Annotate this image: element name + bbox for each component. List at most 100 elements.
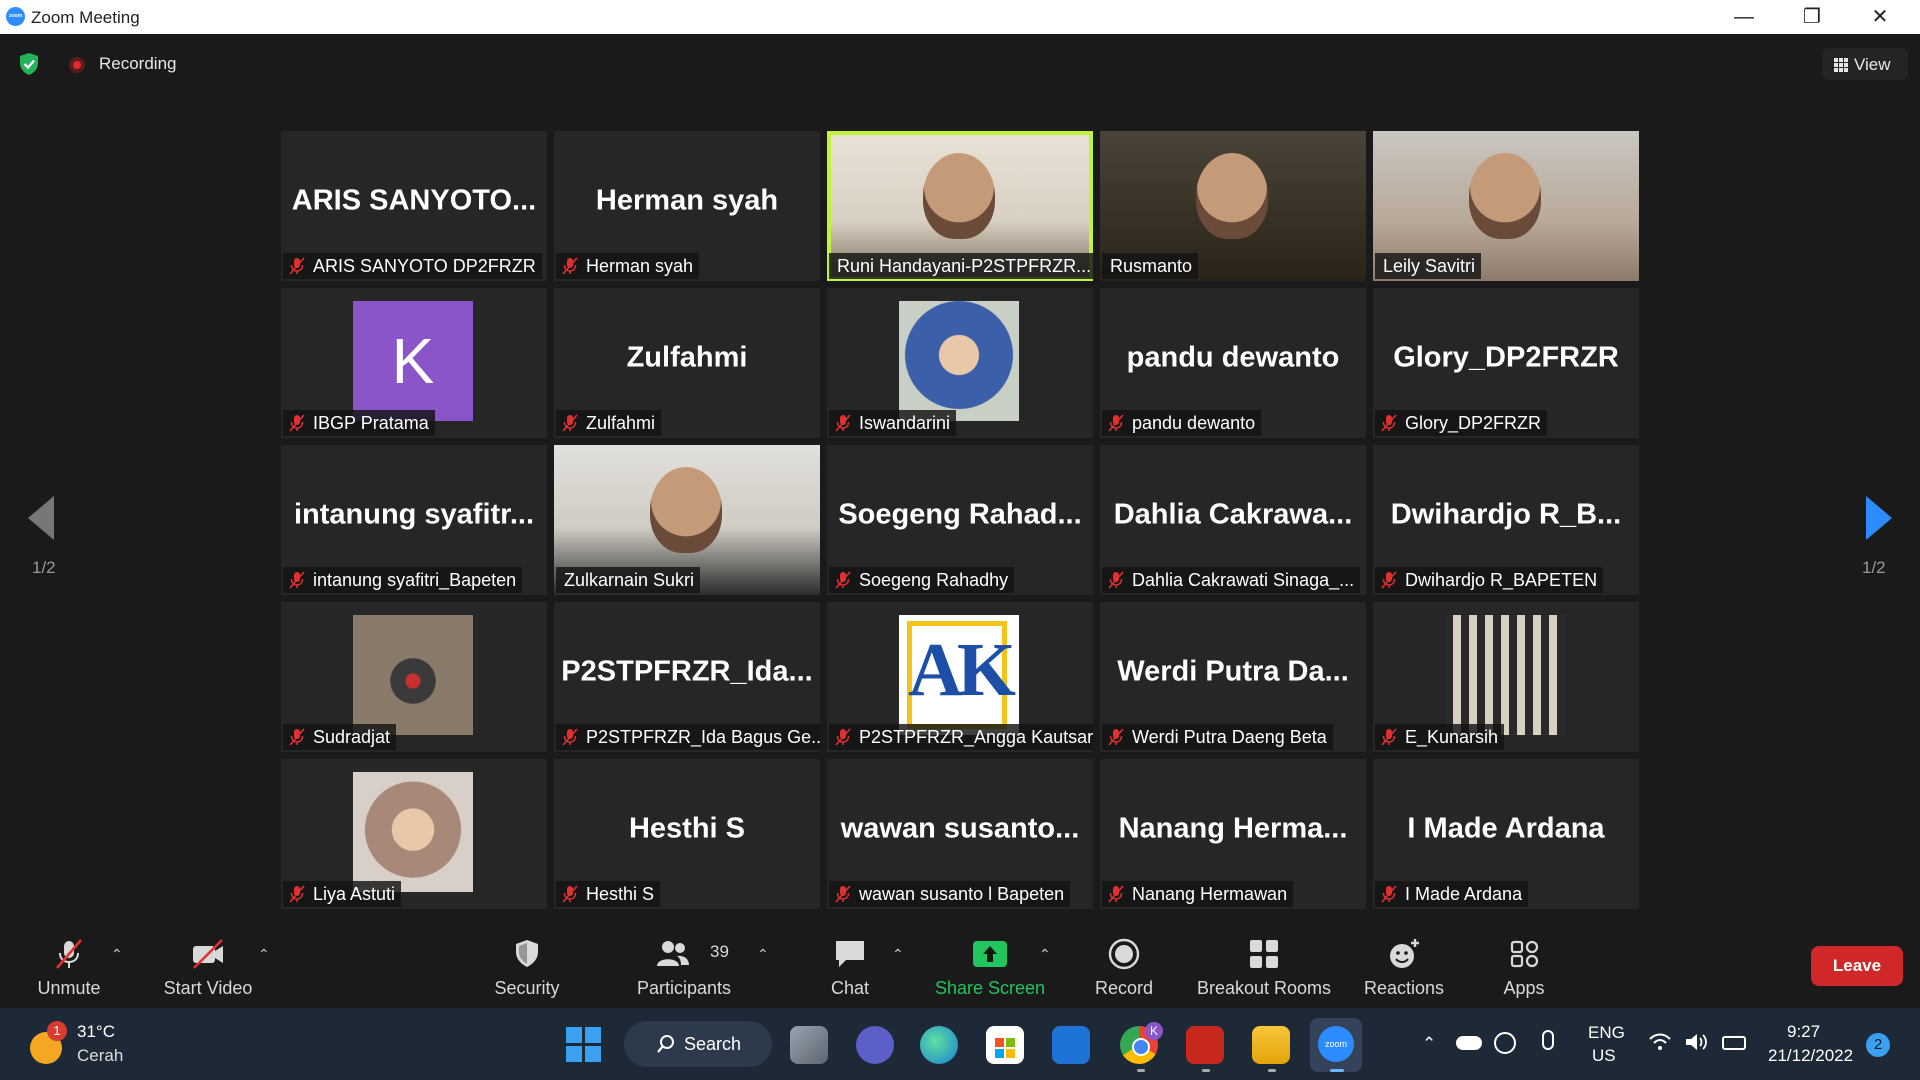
participant-name-label: intanung syafitri_Bapeten (283, 567, 523, 593)
next-page-arrow-icon[interactable] (1866, 496, 1892, 540)
participant-name-label: Nanang Hermawan (1102, 881, 1294, 907)
avatar-logo-text: AK (908, 628, 1016, 712)
weather-temperature[interactable]: 31°C (77, 1022, 115, 1042)
record-label: Record (1094, 978, 1154, 998)
teams-chat-icon[interactable] (856, 1026, 894, 1064)
participant-tile[interactable]: Zulkarnain Sukri (554, 445, 820, 595)
participant-tile[interactable]: AK P2STPFRZR_Angga Kautsar (827, 602, 1093, 752)
participant-tile[interactable]: E_Kunarsih (1373, 602, 1639, 752)
explorer-running-indicator (1268, 1069, 1276, 1072)
clock-time[interactable]: 9:27 (1787, 1022, 1820, 1042)
previous-page-arrow-icon[interactable] (28, 496, 54, 540)
muted-mic-icon (1381, 571, 1397, 589)
breakout-rooms-button[interactable]: Breakout Rooms (1196, 928, 1332, 1008)
participants-label: Participants (636, 978, 732, 998)
language-bottom[interactable]: US (1592, 1046, 1616, 1066)
participant-tile[interactable]: P2STPFRZR_Ida... P2STPFRZR_Ida Bagus Ge..… (554, 602, 820, 752)
task-view-icon[interactable] (790, 1026, 828, 1064)
reactions-smiley-icon (1390, 939, 1419, 968)
participants-options-caret-icon[interactable]: ⌃ (757, 946, 769, 963)
reactions-button[interactable]: Reactions (1360, 928, 1448, 1008)
chat-options-caret-icon[interactable]: ⌃ (892, 946, 904, 963)
show-hidden-icons-chevron-icon[interactable]: ⌃ (1422, 1034, 1436, 1054)
chrome-running-indicator (1137, 1069, 1145, 1072)
language-top[interactable]: ENG (1588, 1023, 1625, 1043)
zoom-taskbar-button[interactable]: zoom (1310, 1018, 1362, 1072)
share-screen-label: Share Screen (934, 978, 1046, 998)
record-button[interactable]: Record (1088, 928, 1160, 1008)
participant-tile[interactable]: Soegeng Rahad... Soegeng Rahadhy (827, 445, 1093, 595)
muted-mic-icon (1108, 571, 1124, 589)
participant-tile[interactable]: Leily Savitri (1373, 131, 1639, 281)
security-button[interactable]: Security (486, 928, 568, 1008)
participant-tile[interactable]: Sudradjat (281, 602, 547, 752)
participant-name-text: P2STPFRZR_Ida Bagus Ge... (586, 727, 820, 747)
recording-label[interactable]: Recording (99, 54, 177, 74)
mail-icon[interactable] (1052, 1026, 1090, 1064)
participant-tile[interactable]: Hesthi S Hesthi S (554, 759, 820, 909)
participant-tile[interactable]: Runi Handayani-P2STPFRZR... (827, 131, 1093, 281)
participant-name-label: Herman syah (556, 253, 700, 279)
participant-tile[interactable]: Zulfahmi Zulfahmi (554, 288, 820, 438)
participant-tile[interactable]: I Made Ardana I Made Ardana (1373, 759, 1639, 909)
participants-button[interactable]: 39 Participants (628, 928, 740, 1008)
encryption-shield-icon[interactable] (18, 52, 40, 76)
participant-name-label: P2STPFRZR_Angga Kautsar (829, 724, 1093, 750)
file-explorer-icon[interactable] (1252, 1026, 1290, 1064)
participant-tile[interactable]: Rusmanto (1100, 131, 1366, 281)
start-video-button[interactable]: Start Video (156, 928, 260, 1008)
participant-tile[interactable]: Dahlia Cakrawa... Dahlia Cakrawati Sinaga… (1100, 445, 1366, 595)
wps-office-icon[interactable] (1186, 1026, 1224, 1064)
muted-mic-icon (289, 728, 305, 746)
participant-tile[interactable]: ARIS SANYOTO... ARIS SANYOTO DP2FRZR (281, 131, 547, 281)
participant-tile[interactable]: intanung syafitr... intanung syafitri_Bap… (281, 445, 547, 595)
close-window-button[interactable]: ✕ (1852, 0, 1908, 34)
edge-browser-icon[interactable] (920, 1026, 958, 1064)
participant-tile[interactable]: Nanang Herma... Nanang Hermawan (1100, 759, 1366, 909)
clock-date[interactable]: 21/12/2022 (1768, 1046, 1853, 1066)
participant-tile[interactable]: wawan susanto... wawan susanto l Bapeten (827, 759, 1093, 909)
share-options-caret-icon[interactable]: ⌃ (1039, 946, 1051, 963)
participant-tile[interactable]: Herman syah Herman syah (554, 131, 820, 281)
weather-description[interactable]: Cerah (77, 1046, 123, 1066)
participant-display-name: I Made Ardana (1407, 812, 1605, 845)
participant-name-label: Rusmanto (1102, 253, 1199, 279)
minimize-button[interactable]: — (1716, 0, 1772, 34)
taskbar-search[interactable]: Search (624, 1021, 772, 1067)
microsoft-store-icon[interactable] (986, 1026, 1024, 1064)
participant-tile[interactable]: Iswandarini (827, 288, 1093, 438)
video-options-caret-icon[interactable]: ⌃ (258, 946, 270, 963)
participant-display-name: Werdi Putra Da... (1117, 655, 1349, 688)
participant-profile-photo (1445, 615, 1565, 735)
video-off-icon (193, 939, 223, 969)
view-button[interactable]: View (1822, 48, 1908, 80)
participant-name-label: E_Kunarsih (1375, 724, 1505, 750)
share-screen-button[interactable]: Share Screen (930, 928, 1050, 1008)
notification-count-badge[interactable]: 2 (1866, 1033, 1890, 1057)
participant-tile[interactable]: Glory_DP2FRZR Glory_DP2FRZR (1373, 288, 1639, 438)
participant-tile[interactable]: Dwihardjo R_B... Dwihardjo R_BAPETEN (1373, 445, 1639, 595)
participant-name-text: E_Kunarsih (1405, 727, 1499, 747)
wifi-icon[interactable] (1648, 1032, 1672, 1052)
participant-tile[interactable]: Liya Astuti (281, 759, 547, 909)
sync-icon[interactable] (1494, 1032, 1516, 1054)
restore-button[interactable]: ❐ (1784, 0, 1840, 34)
onedrive-cloud-icon[interactable] (1456, 1036, 1482, 1050)
participant-video-feed (923, 153, 995, 239)
leave-button[interactable]: Leave (1811, 946, 1903, 986)
audio-options-caret-icon[interactable]: ⌃ (111, 946, 123, 963)
participant-display-name: Nanang Herma... (1118, 812, 1348, 845)
apps-button[interactable]: Apps (1496, 928, 1552, 1008)
unmute-button[interactable]: Unmute (26, 928, 112, 1008)
battery-icon[interactable] (1722, 1036, 1746, 1050)
chat-button[interactable]: Chat (818, 928, 882, 1008)
participant-name-label: Hesthi S (556, 881, 661, 907)
participant-name-label: Werdi Putra Daeng Beta (1102, 724, 1333, 750)
participant-tile[interactable]: pandu dewanto pandu dewanto (1100, 288, 1366, 438)
start-windows-icon[interactable] (566, 1027, 602, 1063)
volume-icon[interactable] (1684, 1032, 1710, 1052)
participant-tile[interactable]: Werdi Putra Da... Werdi Putra Daeng Beta (1100, 602, 1366, 752)
participant-tile[interactable]: K IBGP Pratama (281, 288, 547, 438)
microphone-in-use-icon[interactable] (1542, 1030, 1554, 1050)
participant-display-name: pandu dewanto (1126, 341, 1340, 374)
